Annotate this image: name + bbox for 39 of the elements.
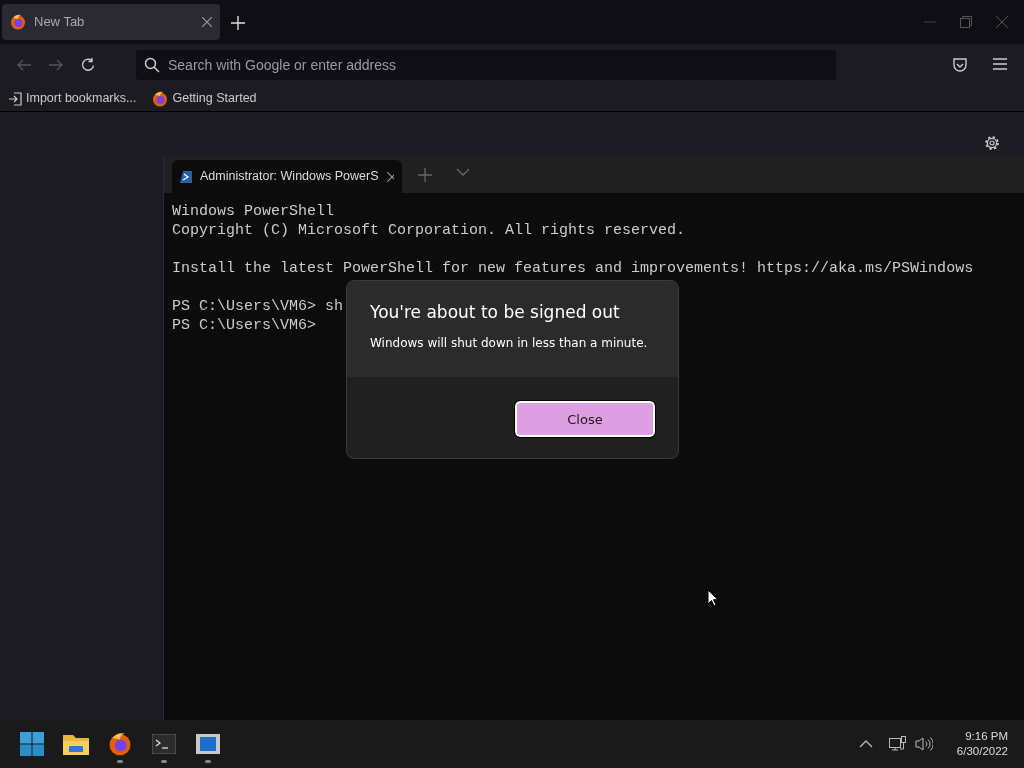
restore-icon[interactable] [960, 16, 972, 28]
pocket-icon[interactable] [952, 57, 968, 73]
powershell-icon [180, 169, 192, 184]
close-tab-icon[interactable] [386, 171, 394, 182]
reload-icon[interactable] [80, 57, 96, 73]
terminal-line: Copyright (C) Microsoft Corporation. All rights reserved. [172, 222, 686, 239]
address-bar[interactable]: Search with Google or enter address [136, 50, 836, 80]
terminal-line: Install the latest PowerShell for new features and improvements! https://aka.ms/PSWindows [172, 260, 974, 277]
import-icon [8, 91, 22, 106]
chevron-up-icon[interactable] [858, 739, 873, 749]
search-icon [144, 57, 160, 73]
terminal-tab[interactable]: Administrator: Windows PowerS [172, 160, 402, 193]
dialog-message: Windows will shut down in less than a minute. [370, 335, 649, 352]
clock-date[interactable]: 6/30/2022 [956, 744, 1008, 759]
dropdown-icon[interactable] [456, 167, 470, 176]
dialog-title: You're about to be signed out [370, 303, 621, 322]
terminal-line: Windows PowerShell [172, 203, 335, 220]
close-tab-icon[interactable] [202, 17, 212, 27]
settings-icon[interactable] [983, 134, 1001, 152]
app-window-icon [196, 734, 220, 754]
browser-logo-icon [108, 732, 132, 756]
bookmark-link[interactable]: Getting Started [152, 89, 257, 108]
browser-logo-icon [10, 14, 26, 30]
mouse-cursor-icon [707, 589, 719, 607]
address-placeholder: Search with Google or enter address [168, 55, 396, 75]
clock-time[interactable]: 9:16 PM [956, 729, 1008, 744]
terminal-line: PS C:\Users\VM6> sh [172, 298, 344, 315]
terminal-icon [152, 734, 176, 754]
menu-icon[interactable] [992, 57, 1008, 71]
windows-logo-icon [20, 732, 44, 756]
folder-icon [63, 733, 89, 755]
terminal-line: PS C:\Users\VM6> [172, 317, 317, 334]
volume-icon[interactable] [914, 736, 933, 752]
close-button[interactable]: Close [515, 401, 655, 437]
close-icon[interactable] [996, 16, 1008, 28]
network-icon[interactable] [888, 736, 907, 752]
browser-logo-icon [152, 90, 169, 107]
browser-tab[interactable]: New Tab [2, 4, 220, 40]
bookmark-link[interactable]: Import bookmarks... [8, 89, 137, 108]
